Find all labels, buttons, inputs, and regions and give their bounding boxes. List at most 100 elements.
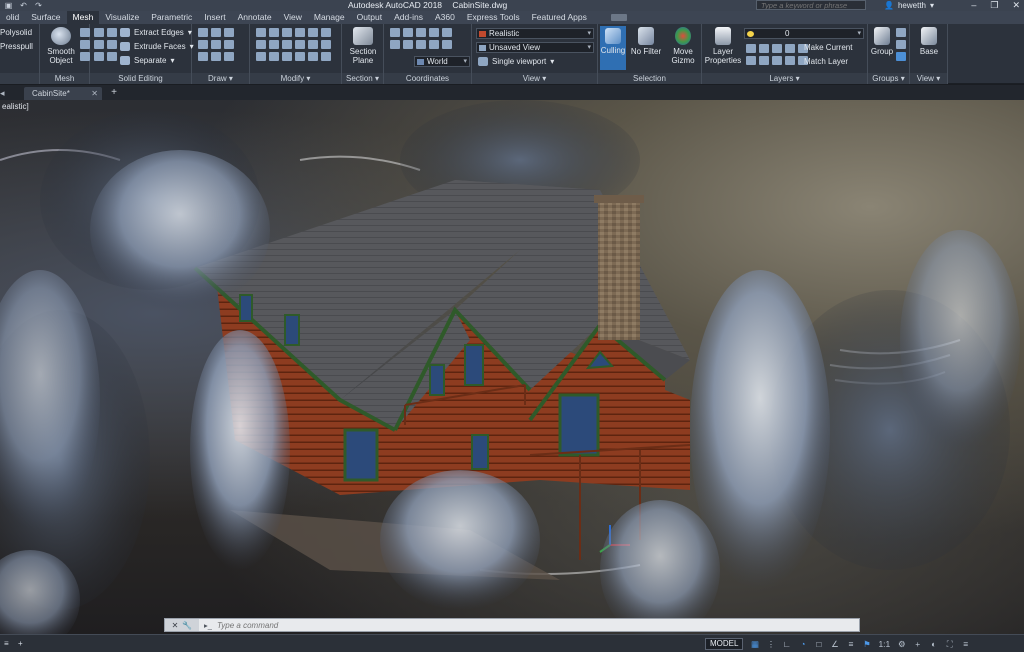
start-tab-icon[interactable]: ◂ (0, 87, 10, 100)
array-icon[interactable] (269, 40, 279, 49)
tab-output[interactable]: Output (351, 11, 389, 24)
join-icon[interactable] (269, 52, 279, 61)
layers-title[interactable]: Layers (769, 74, 793, 83)
group-select-icon[interactable] (896, 52, 906, 61)
match-layer-button[interactable]: Match Layer (804, 57, 848, 66)
layer-freeze-icon[interactable] (772, 44, 782, 53)
ucs-y-icon[interactable] (416, 28, 426, 37)
command-input[interactable] (217, 620, 859, 630)
ucs-combo[interactable]: World (414, 56, 470, 67)
ucs-view-icon[interactable] (442, 28, 452, 37)
fillet-icon[interactable] (256, 40, 266, 49)
smooth-less-icon[interactable] (80, 40, 90, 49)
ucs-x-icon[interactable] (403, 28, 413, 37)
groups-title[interactable]: Groups (872, 74, 898, 83)
layer-properties-button[interactable]: Layer Properties (704, 27, 742, 65)
make-current-button[interactable]: Make Current (804, 43, 852, 52)
close-tab-icon[interactable]: ✕ (91, 87, 98, 100)
named-view-combo[interactable]: Unsaved View (476, 42, 594, 53)
extrude-faces-button[interactable]: Extrude Faces ▾ (120, 42, 194, 51)
layer-lock-icon[interactable] (785, 44, 795, 53)
gear-icon[interactable]: ⚙ (897, 639, 906, 650)
doc-tab-cabinsite[interactable]: CabinSite* ✕ (24, 87, 102, 100)
draw-title[interactable]: Draw (208, 74, 227, 83)
tab-annotate[interactable]: Annotate (232, 11, 278, 24)
polar-icon[interactable]: ◔ (798, 639, 807, 649)
thicken-icon[interactable] (107, 52, 117, 61)
culling-button[interactable]: Culling (600, 26, 626, 70)
minimize-icon[interactable]: – (971, 0, 976, 11)
ucs-icon[interactable] (390, 28, 400, 37)
wrench-icon[interactable]: 🔧 (182, 621, 192, 630)
layout-tabs-menu-icon[interactable]: ≡ (4, 638, 9, 650)
visual-style-combo[interactable]: Realistic (476, 28, 594, 39)
tab-insert[interactable]: Insert (198, 11, 231, 24)
subtract-icon[interactable] (94, 40, 104, 49)
undo-icon[interactable]: ↶ (19, 1, 28, 10)
no-filter-button[interactable]: No Filter (630, 27, 662, 56)
viewport-controls-label[interactable]: ealistic] (2, 102, 29, 111)
ribbon-minimize-icon[interactable] (610, 14, 627, 21)
ucs-face-icon[interactable] (442, 40, 452, 49)
tab-surface[interactable]: Surface (25, 11, 66, 24)
smooth-more-icon[interactable] (80, 28, 90, 37)
lineweight-icon[interactable]: ≡ (846, 639, 855, 649)
tab-a360[interactable]: A360 (429, 11, 461, 24)
user-account[interactable]: 👤 hewetth ▾ (884, 0, 934, 11)
command-prompt-icon[interactable]: ▸_ (199, 621, 217, 630)
layer-thaw-icon[interactable] (759, 56, 769, 65)
scale-icon[interactable] (282, 40, 292, 49)
osnap-icon[interactable]: □ (814, 639, 823, 649)
ucs-origin-icon[interactable] (403, 40, 413, 49)
close-icon[interactable]: ✕ (1012, 0, 1020, 11)
slice-icon[interactable] (107, 40, 117, 49)
add-layout-icon[interactable]: + (18, 638, 23, 650)
section-title[interactable]: Section (346, 74, 373, 83)
base-view-button[interactable]: Base (912, 27, 946, 56)
customization-icon[interactable]: ≡ (961, 639, 970, 649)
mirror-icon[interactable] (321, 28, 331, 37)
smooth-object-button[interactable]: Smooth Object (44, 27, 78, 65)
move-gizmo-button[interactable]: Move Gizmo (666, 27, 700, 65)
3d-rotate-icon[interactable] (321, 52, 331, 61)
tab-add-ins[interactable]: Add-ins (388, 11, 429, 24)
snap-icon[interactable]: ⋮ (766, 639, 776, 650)
polygon-icon[interactable] (198, 52, 208, 61)
tab-solid[interactable]: olid (0, 11, 25, 24)
copy-icon[interactable] (308, 28, 318, 37)
layer-unlock-icon[interactable] (772, 56, 782, 65)
otrack-icon[interactable]: ∠ (830, 639, 839, 650)
move-icon[interactable] (256, 28, 266, 37)
modify-title[interactable]: Modify (281, 74, 305, 83)
tab-parametric[interactable]: Parametric (145, 11, 198, 24)
interfere-icon[interactable] (107, 28, 117, 37)
ellipse-icon[interactable] (224, 40, 234, 49)
restore-icon[interactable]: ❐ (990, 0, 998, 11)
tab-mesh[interactable]: Mesh (66, 11, 100, 24)
circle-icon[interactable] (224, 28, 234, 37)
polyline-icon[interactable] (198, 28, 208, 37)
tab-visualize[interactable]: Visualize (99, 11, 145, 24)
ucs-z-icon[interactable] (429, 28, 439, 37)
layer-isolate-icon[interactable] (759, 44, 769, 53)
layer-combo[interactable]: 0 (744, 28, 864, 39)
layer-on-icon[interactable] (746, 56, 756, 65)
refine-mesh-icon[interactable] (80, 52, 90, 61)
line-icon[interactable] (198, 40, 208, 49)
ucs-object-icon[interactable] (429, 40, 439, 49)
fullscreen-icon[interactable]: ⛶ (945, 639, 954, 650)
tab-featured-apps[interactable]: Featured Apps (526, 11, 593, 24)
point-icon[interactable] (224, 52, 234, 61)
explode-icon[interactable] (321, 40, 331, 49)
tab-view[interactable]: View (278, 11, 308, 24)
ungroup-icon[interactable] (896, 28, 906, 37)
model-space-button[interactable]: MODEL (705, 638, 744, 650)
view-title[interactable]: View (523, 74, 540, 83)
isolate-icon[interactable]: ◐ (929, 639, 938, 649)
trim-icon[interactable] (282, 28, 292, 37)
tab-express-tools[interactable]: Express Tools (461, 11, 526, 24)
new-tab-button[interactable]: + (108, 87, 120, 99)
separate-button[interactable]: Separate ▾ (120, 56, 174, 65)
grid-icon[interactable]: ▦ (750, 639, 759, 650)
group-button[interactable]: Group (870, 27, 894, 56)
